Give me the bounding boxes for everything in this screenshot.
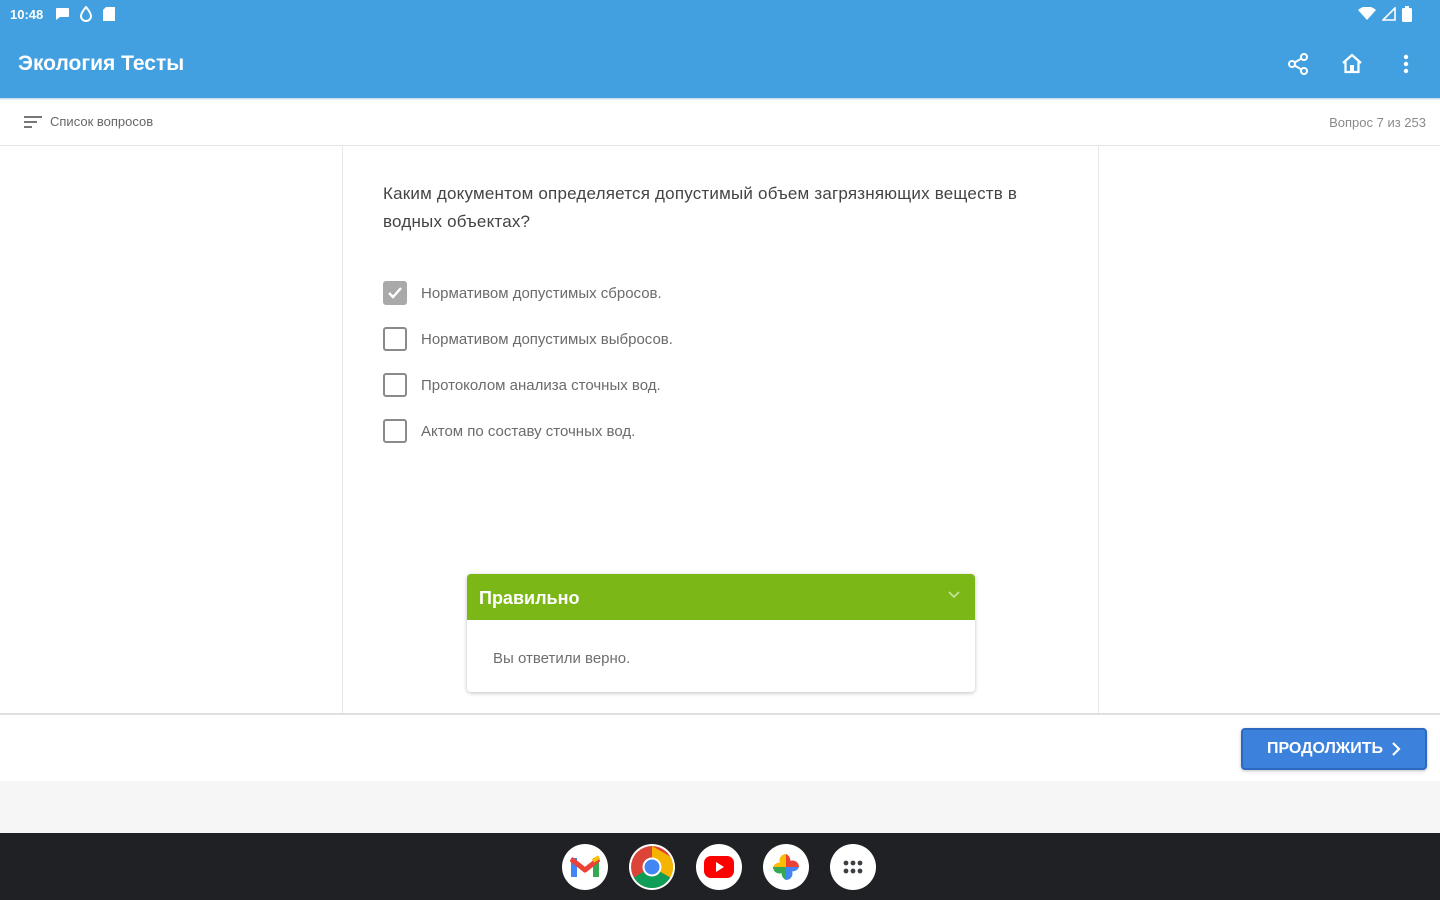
share-icon (1288, 53, 1308, 75)
answer-option-4[interactable]: Актом по составу сточных вод. (383, 408, 673, 454)
battery-icon (1402, 6, 1412, 22)
answer-option-1[interactable]: Нормативом допустимых сбросов. (383, 270, 673, 316)
status-time: 10:48 (10, 7, 44, 22)
answer-checkbox-2[interactable] (383, 327, 407, 351)
answer-label-3: Протоколом анализа сточных вод. (421, 376, 661, 394)
launcher-app[interactable] (830, 844, 876, 890)
question-list-link[interactable]: Список вопросов (24, 114, 153, 129)
app-actions (1282, 48, 1422, 80)
question-counter: Вопрос 7 из 253 (1329, 115, 1426, 130)
feedback-title: Правильно (479, 588, 580, 608)
answer-checkbox-1[interactable] (383, 281, 407, 305)
drop-icon (80, 6, 92, 22)
status-icons-left (54, 6, 116, 22)
feedback-header[interactable]: Правильно (467, 574, 975, 620)
gmail-app[interactable] (562, 844, 608, 890)
sd-card-icon (103, 7, 115, 21)
sub-toolbar: Список вопросов Вопрос 7 из 253 (0, 100, 1440, 146)
share-button[interactable] (1282, 48, 1314, 80)
answer-label-2: Нормативом допустимых выбросов. (421, 330, 673, 348)
home-icon (1342, 53, 1362, 74)
home-button[interactable] (1336, 48, 1368, 80)
bottom-bar: ПРОДОЛЖИТЬ (0, 713, 1440, 781)
answer-label-4: Актом по составу сточных вод. (421, 422, 636, 440)
answer-checkbox-4[interactable] (383, 419, 407, 443)
answer-checkbox-3[interactable] (383, 373, 407, 397)
gmail-icon (570, 855, 600, 877)
question-text: Каким документом определяется допустимый… (383, 184, 1018, 231)
content-area: Каким документом определяется допустимый… (0, 146, 1440, 713)
more-vert-icon (1403, 54, 1409, 74)
signal-icon (1382, 7, 1396, 21)
status-bar: 10:48 (0, 0, 1440, 30)
photos-app[interactable] (763, 844, 809, 890)
answer-option-2[interactable]: Нормативом допустимых выбросов. (383, 316, 673, 362)
taskbar (0, 833, 1440, 900)
question-card: Каким документом определяется допустимый… (342, 146, 1099, 713)
feedback-message: Вы ответили верно. (493, 650, 631, 667)
app-bar: Экология Тесты (0, 30, 1440, 98)
app-dock (562, 844, 876, 890)
continue-button[interactable]: ПРОДОЛЖИТЬ (1241, 728, 1427, 770)
youtube-app[interactable] (696, 844, 742, 890)
wifi-icon (1358, 7, 1376, 20)
continue-label: ПРОДОЛЖИТЬ (1266, 740, 1384, 757)
more-button[interactable] (1390, 48, 1422, 80)
app-launcher-icon (843, 860, 863, 874)
blank-strip (0, 781, 1440, 833)
youtube-icon (704, 856, 734, 878)
app-title: Экология Тесты (18, 52, 185, 75)
feedback-panel: Правильно Вы ответили верно. (467, 574, 975, 692)
chat-bubble-icon (56, 8, 69, 20)
chrome-icon (631, 846, 674, 889)
status-icons-right (1358, 6, 1412, 22)
chevron-down-icon (948, 591, 960, 599)
answer-list: Нормативом допустимых сбросов. Нормативо… (383, 270, 673, 454)
check-icon (388, 287, 402, 299)
question-list-label: Список вопросов (50, 114, 154, 129)
chrome-app[interactable] (629, 844, 675, 890)
list-icon (24, 115, 42, 128)
answer-option-3[interactable]: Протоколом анализа сточных вод. (383, 362, 673, 408)
answer-label-1: Нормативом допустимых сбросов. (421, 284, 662, 302)
chevron-right-icon (1392, 742, 1401, 756)
photos-icon (773, 854, 799, 880)
